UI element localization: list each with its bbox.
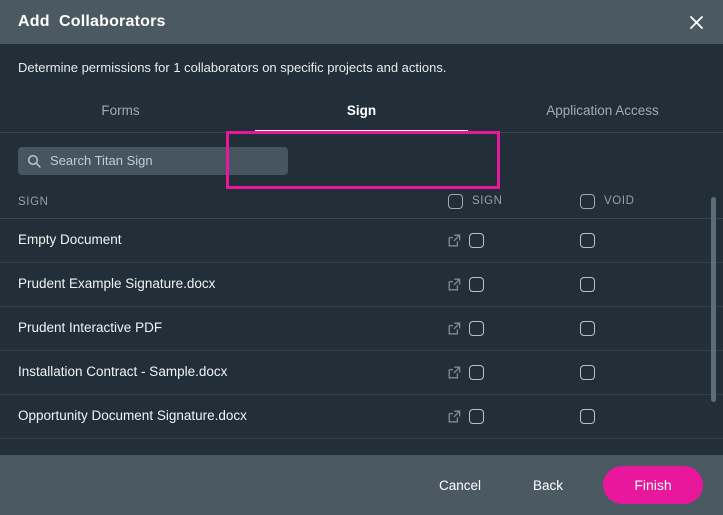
close-icon[interactable] — [683, 9, 709, 35]
tab-forms[interactable]: Forms — [0, 90, 241, 132]
row-void-checkbox[interactable] — [580, 276, 595, 292]
row-sign-cell — [448, 320, 580, 336]
tab-sign[interactable]: Sign — [241, 90, 482, 132]
header-label-sign: SIGN — [472, 195, 503, 208]
table-scrollbar-thumb[interactable] — [711, 196, 716, 402]
tab-sign-label: Sign — [346, 103, 377, 119]
dialog-titlebar: Add Collaborators — [0, 0, 723, 44]
row-void-cell — [580, 408, 697, 424]
table-row[interactable]: Opportunity Document Signature.docx — [0, 395, 723, 439]
external-link-icon[interactable] — [448, 322, 461, 335]
search-input[interactable] — [48, 152, 279, 170]
select-all-void-checkbox[interactable] — [580, 193, 595, 209]
table-row[interactable]: Prudent Interactive PDF — [0, 307, 723, 351]
table-row[interactable]: Installation Contract - Sample.docx — [0, 351, 723, 395]
row-void-checkbox[interactable] — [580, 364, 595, 380]
external-link-icon[interactable] — [448, 234, 461, 247]
row-name-cell: Empty Document — [18, 231, 448, 249]
header-label-void: VOID — [604, 195, 635, 208]
row-void-checkbox[interactable] — [580, 320, 595, 336]
row-void-cell — [580, 364, 697, 380]
document-name: Installation Contract - Sample.docx — [18, 364, 228, 380]
external-link-icon[interactable] — [448, 410, 461, 423]
row-void-cell — [580, 232, 697, 248]
tab-forms-label: Forms — [101, 103, 140, 119]
table-row[interactable]: Empty Document — [0, 219, 723, 263]
header-cell-void: VOID — [580, 193, 697, 209]
external-link-icon[interactable] — [448, 366, 461, 379]
header-cell-name: SIGN — [18, 192, 448, 210]
row-sign-checkbox[interactable] — [469, 276, 484, 292]
row-sign-checkbox[interactable] — [469, 364, 484, 380]
search-icon — [27, 154, 41, 168]
row-name-cell: Prudent Interactive PDF — [18, 319, 448, 337]
header-cell-sign: SIGN — [448, 193, 580, 209]
row-sign-cell — [448, 232, 580, 248]
finish-button[interactable]: Finish — [603, 466, 703, 504]
tab-application-access-label: Application Access — [546, 103, 659, 119]
cancel-button[interactable]: Cancel — [413, 470, 507, 501]
dialog-title: Add Collaborators — [18, 13, 166, 30]
row-void-checkbox[interactable] — [580, 232, 595, 248]
tab-bar: Forms Sign Application Access — [0, 90, 723, 133]
dialog-body: Determine permissions for 1 collaborator… — [0, 44, 723, 455]
table-header-row: SIGN SIGN VOID — [0, 185, 723, 219]
dialog-footer: Cancel Back Finish — [0, 455, 723, 515]
table-scrollbar[interactable] — [711, 185, 716, 455]
document-name: Prudent Interactive PDF — [18, 320, 163, 336]
row-void-cell — [580, 276, 697, 292]
dialog-subtitle: Determine permissions for 1 collaborator… — [18, 60, 447, 75]
external-link-icon[interactable] — [448, 278, 461, 291]
row-name-cell: Prudent Example Signature.docx — [18, 275, 448, 293]
search-area — [0, 133, 723, 185]
search-box[interactable] — [18, 146, 288, 175]
header-label-name: SIGN — [18, 196, 49, 209]
tab-application-access[interactable]: Application Access — [482, 90, 723, 132]
document-name: Opportunity Document Signature.docx — [18, 408, 247, 424]
row-name-cell: Opportunity Document Signature.docx — [18, 407, 448, 425]
row-sign-checkbox[interactable] — [469, 408, 484, 424]
add-collaborators-dialog: Add Collaborators Determine permissions … — [0, 0, 723, 515]
row-sign-cell — [448, 276, 580, 292]
document-table: SIGN SIGN VOID Empty Document Prudent Ex… — [0, 185, 723, 455]
row-sign-checkbox[interactable] — [469, 232, 484, 248]
table-row[interactable]: Prudent Example Signature.docx — [0, 263, 723, 307]
row-sign-cell — [448, 408, 580, 424]
row-sign-checkbox[interactable] — [469, 320, 484, 336]
select-all-sign-checkbox[interactable] — [448, 193, 463, 209]
row-void-checkbox[interactable] — [580, 408, 595, 424]
row-void-cell — [580, 320, 697, 336]
document-name: Empty Document — [18, 232, 122, 248]
document-name: Prudent Example Signature.docx — [18, 276, 216, 292]
row-name-cell: Installation Contract - Sample.docx — [18, 363, 448, 381]
back-button[interactable]: Back — [507, 470, 589, 501]
row-sign-cell — [448, 364, 580, 380]
